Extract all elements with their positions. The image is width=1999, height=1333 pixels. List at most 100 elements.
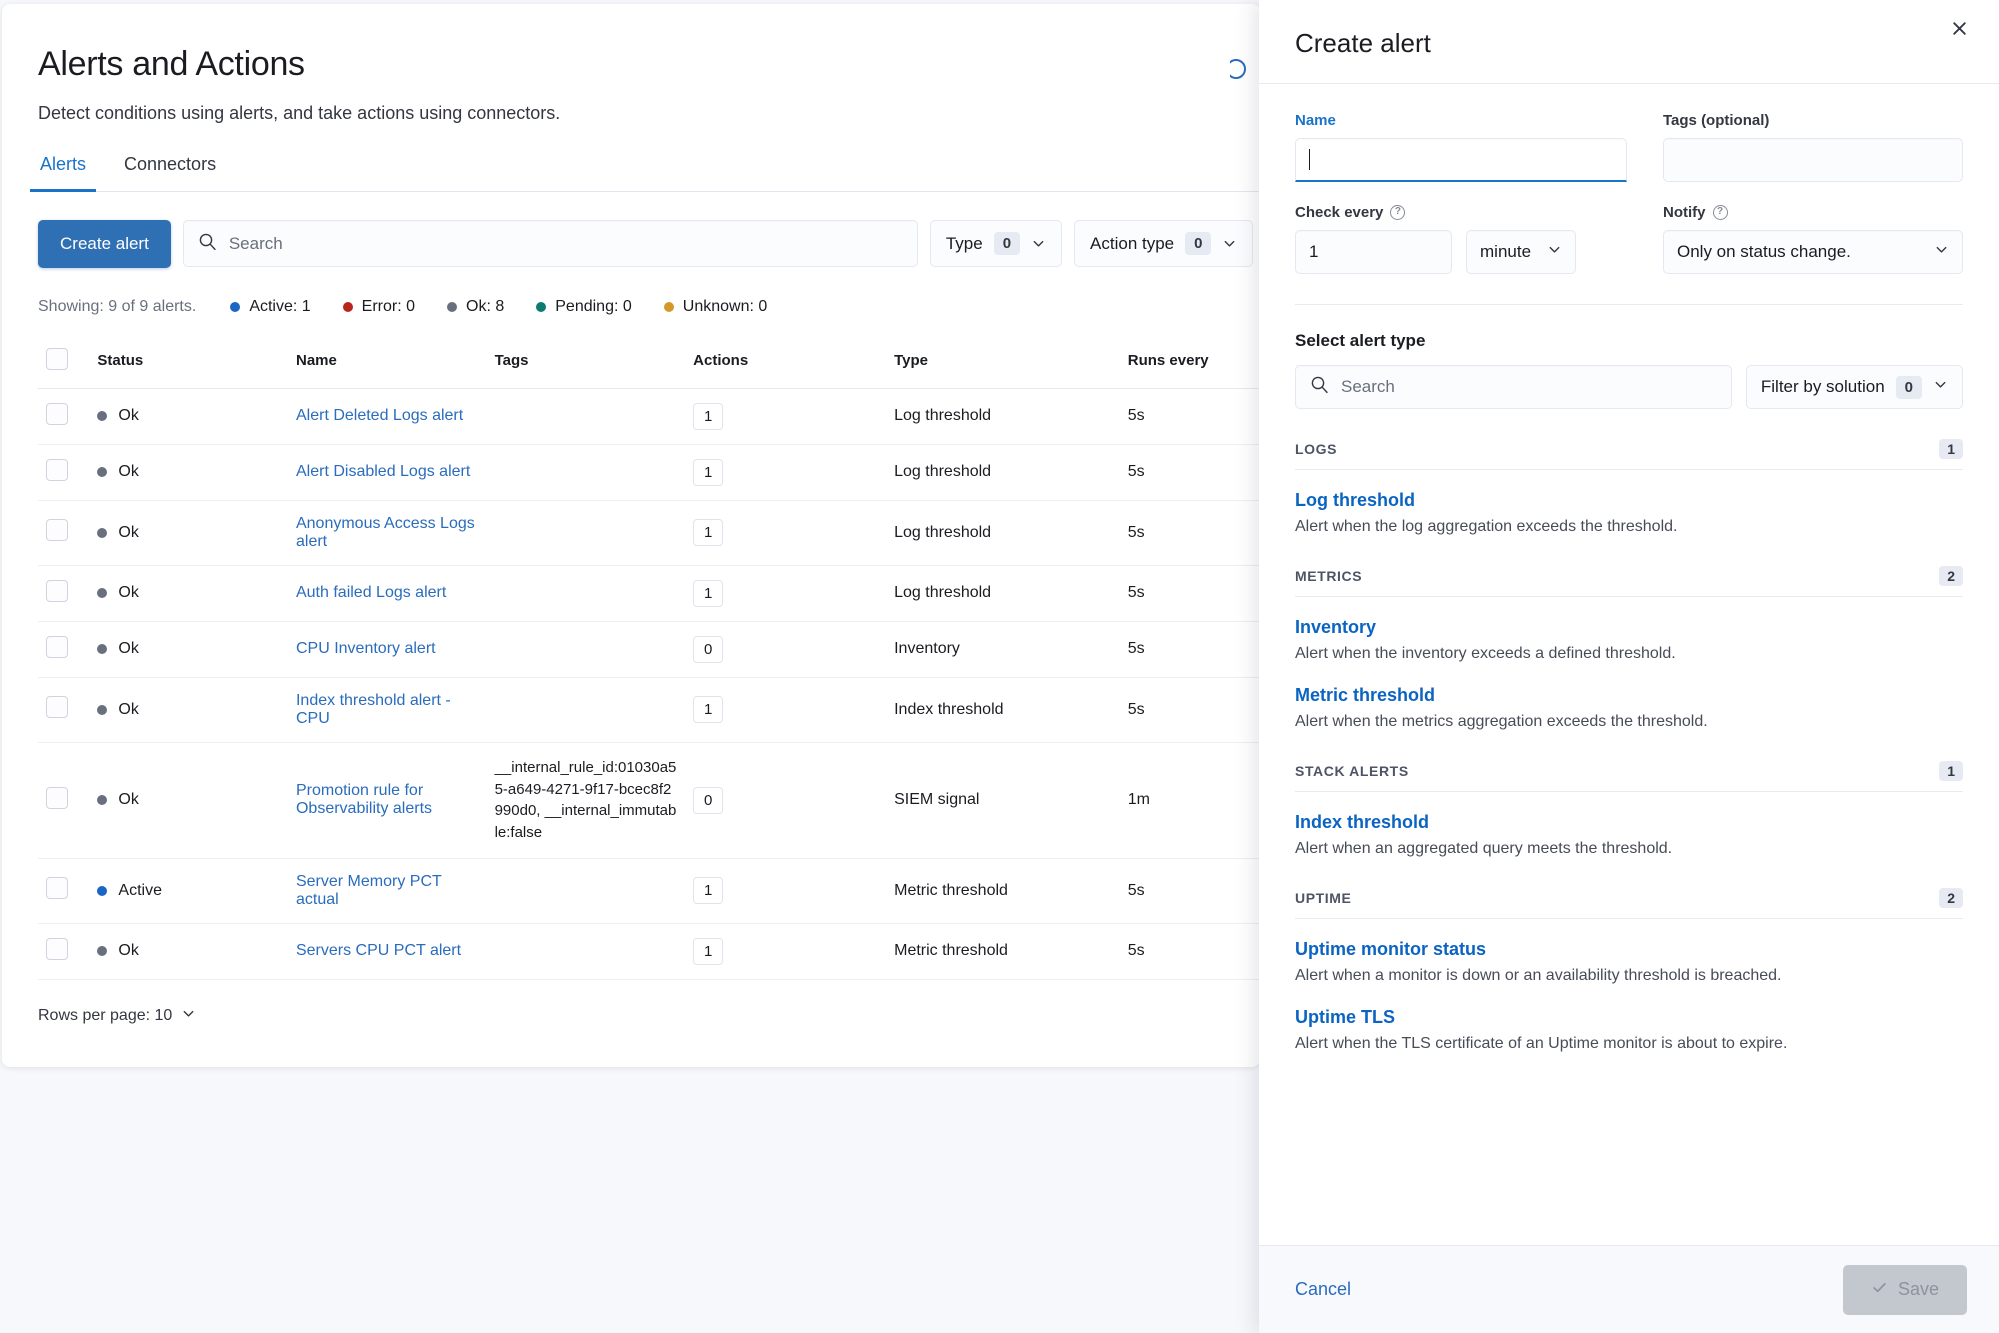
cancel-button[interactable]: Cancel (1295, 1279, 1351, 1300)
legend-ok: Ok: 8 (447, 298, 504, 316)
type-filter-button[interactable]: Type 0 (930, 220, 1062, 267)
alert-type-name[interactable]: Uptime monitor status (1295, 939, 1963, 960)
notify-value: Only on status change. (1677, 242, 1851, 262)
alert-type-name[interactable]: Index threshold (1295, 812, 1963, 833)
check-every-unit-select[interactable]: minute (1466, 230, 1576, 274)
column-header-status[interactable]: Status (89, 338, 288, 389)
rows-per-page-selector[interactable]: Rows per page: 10 (38, 1006, 1260, 1026)
alert-type-group-header: LOGS1 (1295, 439, 1963, 470)
row-checkbox[interactable] (46, 519, 68, 541)
select-all-checkbox[interactable] (46, 348, 68, 370)
cell-runs-every: 5s (1120, 388, 1260, 444)
column-header-runs-every[interactable]: Runs every (1120, 338, 1260, 389)
help-icon[interactable]: ? (1390, 205, 1405, 220)
alerts-table: Status Name Tags Actions Type Runs every… (38, 338, 1260, 980)
row-select-cell (38, 500, 89, 565)
alert-name-link[interactable]: Index threshold alert - CPU (296, 692, 451, 727)
cell-actions: 1 (685, 923, 886, 979)
row-checkbox[interactable] (46, 938, 68, 960)
showing-count: Showing: 9 of 9 alerts. (38, 298, 196, 316)
select-all-cell (38, 338, 89, 389)
status-dot (97, 528, 107, 538)
check-every-input[interactable]: 1 (1295, 230, 1452, 274)
alert-type-group-header: UPTIME2 (1295, 888, 1963, 919)
help-icon[interactable]: ? (1713, 205, 1728, 220)
row-checkbox[interactable] (46, 636, 68, 658)
status-label: Ok (118, 701, 138, 719)
cell-status: Ok (89, 500, 288, 565)
status-dot (97, 467, 107, 477)
alert-form: Name Tags (optional) Check every ? (1295, 112, 1963, 274)
action-type-filter-button[interactable]: Action type 0 (1074, 220, 1253, 267)
alert-type-filters: Search Filter by solution 0 (1295, 365, 1963, 409)
search-placeholder: Search (229, 234, 283, 254)
alert-type-group-header: METRICS2 (1295, 566, 1963, 597)
notify-select[interactable]: Only on status change. (1663, 230, 1963, 274)
alert-name-link[interactable]: CPU Inventory alert (296, 640, 436, 657)
row-checkbox[interactable] (46, 403, 68, 425)
alert-type-search-input[interactable]: Search (1295, 365, 1732, 409)
alert-type-option[interactable]: Index threshold Alert when an aggregated … (1295, 812, 1963, 858)
cell-type: Index threshold (886, 677, 1120, 742)
table-row: OkAlert Disabled Logs alert1Log threshol… (38, 444, 1260, 500)
table-row: OkIndex threshold alert - CPU1Index thre… (38, 677, 1260, 742)
create-alert-button[interactable]: Create alert (38, 220, 171, 268)
alerts-page-card: Alerts and Actions Detect conditions usi… (2, 4, 1260, 1067)
tags-value: __internal_rule_id:01030a55-a649-4271-9f… (495, 759, 677, 841)
row-checkbox[interactable] (46, 459, 68, 481)
row-checkbox[interactable] (46, 877, 68, 899)
create-alert-flyout: Create alert Name Tags (optional) (1259, 0, 1999, 1333)
name-input[interactable] (1295, 138, 1627, 182)
search-input[interactable]: Search (183, 220, 918, 267)
alert-type-option[interactable]: Uptime TLSAlert when the TLS certificate… (1295, 1007, 1963, 1053)
alert-name-link[interactable]: Alert Disabled Logs alert (296, 463, 470, 480)
table-row: OkPromotion rule for Observability alert… (38, 742, 1260, 858)
alert-name-link[interactable]: Alert Deleted Logs alert (296, 407, 463, 424)
status-label: Active (118, 882, 162, 900)
alert-type-name[interactable]: Metric threshold (1295, 685, 1963, 706)
column-header-actions[interactable]: Actions (685, 338, 886, 389)
chevron-down-icon (1031, 236, 1046, 251)
save-button[interactable]: Save (1843, 1265, 1967, 1315)
tags-input[interactable] (1663, 138, 1963, 182)
alert-type-name[interactable]: Uptime TLS (1295, 1007, 1963, 1028)
notify-label-text: Notify (1663, 204, 1706, 221)
alert-name-link[interactable]: Promotion rule for Observability alerts (296, 782, 432, 817)
group-count: 1 (1939, 761, 1963, 781)
alert-name-link[interactable]: Servers CPU PCT alert (296, 942, 461, 959)
column-header-tags[interactable]: Tags (487, 338, 686, 389)
alert-type-search-placeholder: Search (1341, 377, 1395, 397)
alert-name-link[interactable]: Auth failed Logs alert (296, 584, 446, 601)
row-select-cell (38, 621, 89, 677)
alert-type-name[interactable]: Log threshold (1295, 490, 1963, 511)
row-checkbox[interactable] (46, 787, 68, 809)
alert-type-option[interactable]: InventoryAlert when the inventory exceed… (1295, 617, 1963, 663)
group-name: LOGS (1295, 441, 1337, 457)
column-header-name[interactable]: Name (288, 338, 487, 389)
table-row: OkCPU Inventory alert0Inventory5s (38, 621, 1260, 677)
tags-field-group: Tags (optional) (1663, 112, 1963, 182)
cell-actions: 1 (685, 388, 886, 444)
alert-type-option[interactable]: Metric thresholdAlert when the metrics a… (1295, 685, 1963, 731)
row-select-cell (38, 742, 89, 858)
alert-type-option[interactable]: Log thresholdAlert when the log aggregat… (1295, 490, 1963, 536)
alert-name-link[interactable]: Anonymous Access Logs alert (296, 515, 475, 550)
alert-type-description: Alert when an aggregated query meets the… (1295, 840, 1963, 858)
alert-name-link[interactable]: Server Memory PCT actual (296, 873, 442, 908)
tab-connectors[interactable]: Connectors (122, 150, 218, 191)
close-icon[interactable] (1945, 14, 1973, 42)
alert-type-option[interactable]: Uptime monitor statusAlert when a monito… (1295, 939, 1963, 985)
text-caret (1309, 149, 1310, 170)
actions-count: 0 (693, 787, 723, 814)
status-dot-error (343, 302, 353, 312)
filter-by-solution-button[interactable]: Filter by solution 0 (1746, 365, 1963, 409)
alert-type-name[interactable]: Inventory (1295, 617, 1963, 638)
obscured-link[interactable] (1230, 56, 1260, 82)
tab-alerts[interactable]: Alerts (38, 150, 88, 191)
column-header-type[interactable]: Type (886, 338, 1120, 389)
cell-type: Log threshold (886, 444, 1120, 500)
row-checkbox[interactable] (46, 580, 68, 602)
legend-error: Error: 0 (343, 298, 415, 316)
row-checkbox[interactable] (46, 696, 68, 718)
rows-per-page-label: Rows per page: 10 (38, 1007, 172, 1025)
